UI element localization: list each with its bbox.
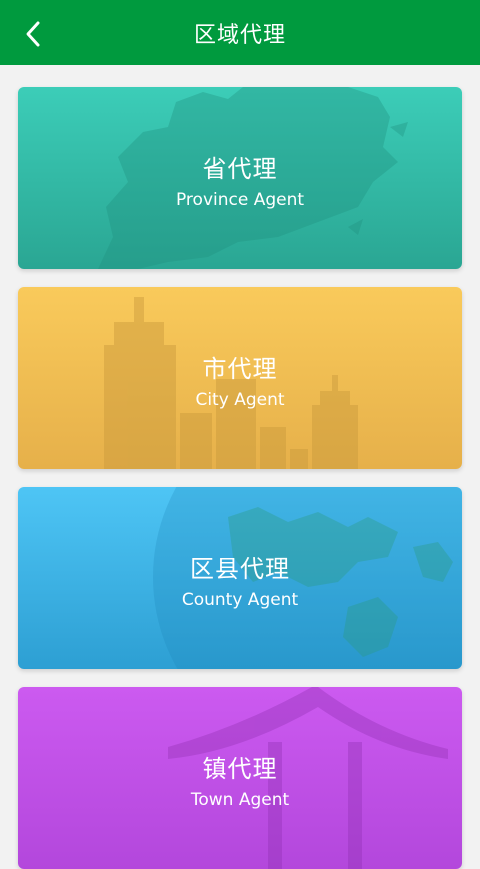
card-title-cn: 镇代理 [202, 755, 278, 783]
page-title: 区域代理 [193, 23, 286, 48]
card-title-en: Town Agent [190, 790, 290, 810]
app-header: 区域代理 [0, 0, 480, 65]
card-title-cn: 省代理 [202, 155, 278, 183]
card-title-cn: 市代理 [202, 355, 278, 383]
card-title-en: County Agent [181, 590, 299, 610]
card-title-en: City Agent [195, 390, 285, 410]
province-agent-card[interactable]: 省代理 Province Agent [18, 87, 462, 269]
city-agent-card[interactable]: 市代理 City Agent [18, 287, 462, 469]
town-agent-card[interactable]: 镇代理 Town Agent [18, 687, 462, 869]
county-agent-card[interactable]: 区县代理 County Agent [18, 487, 462, 669]
card-title-en: Province Agent [175, 190, 305, 210]
card-title-cn: 区县代理 [190, 555, 290, 583]
